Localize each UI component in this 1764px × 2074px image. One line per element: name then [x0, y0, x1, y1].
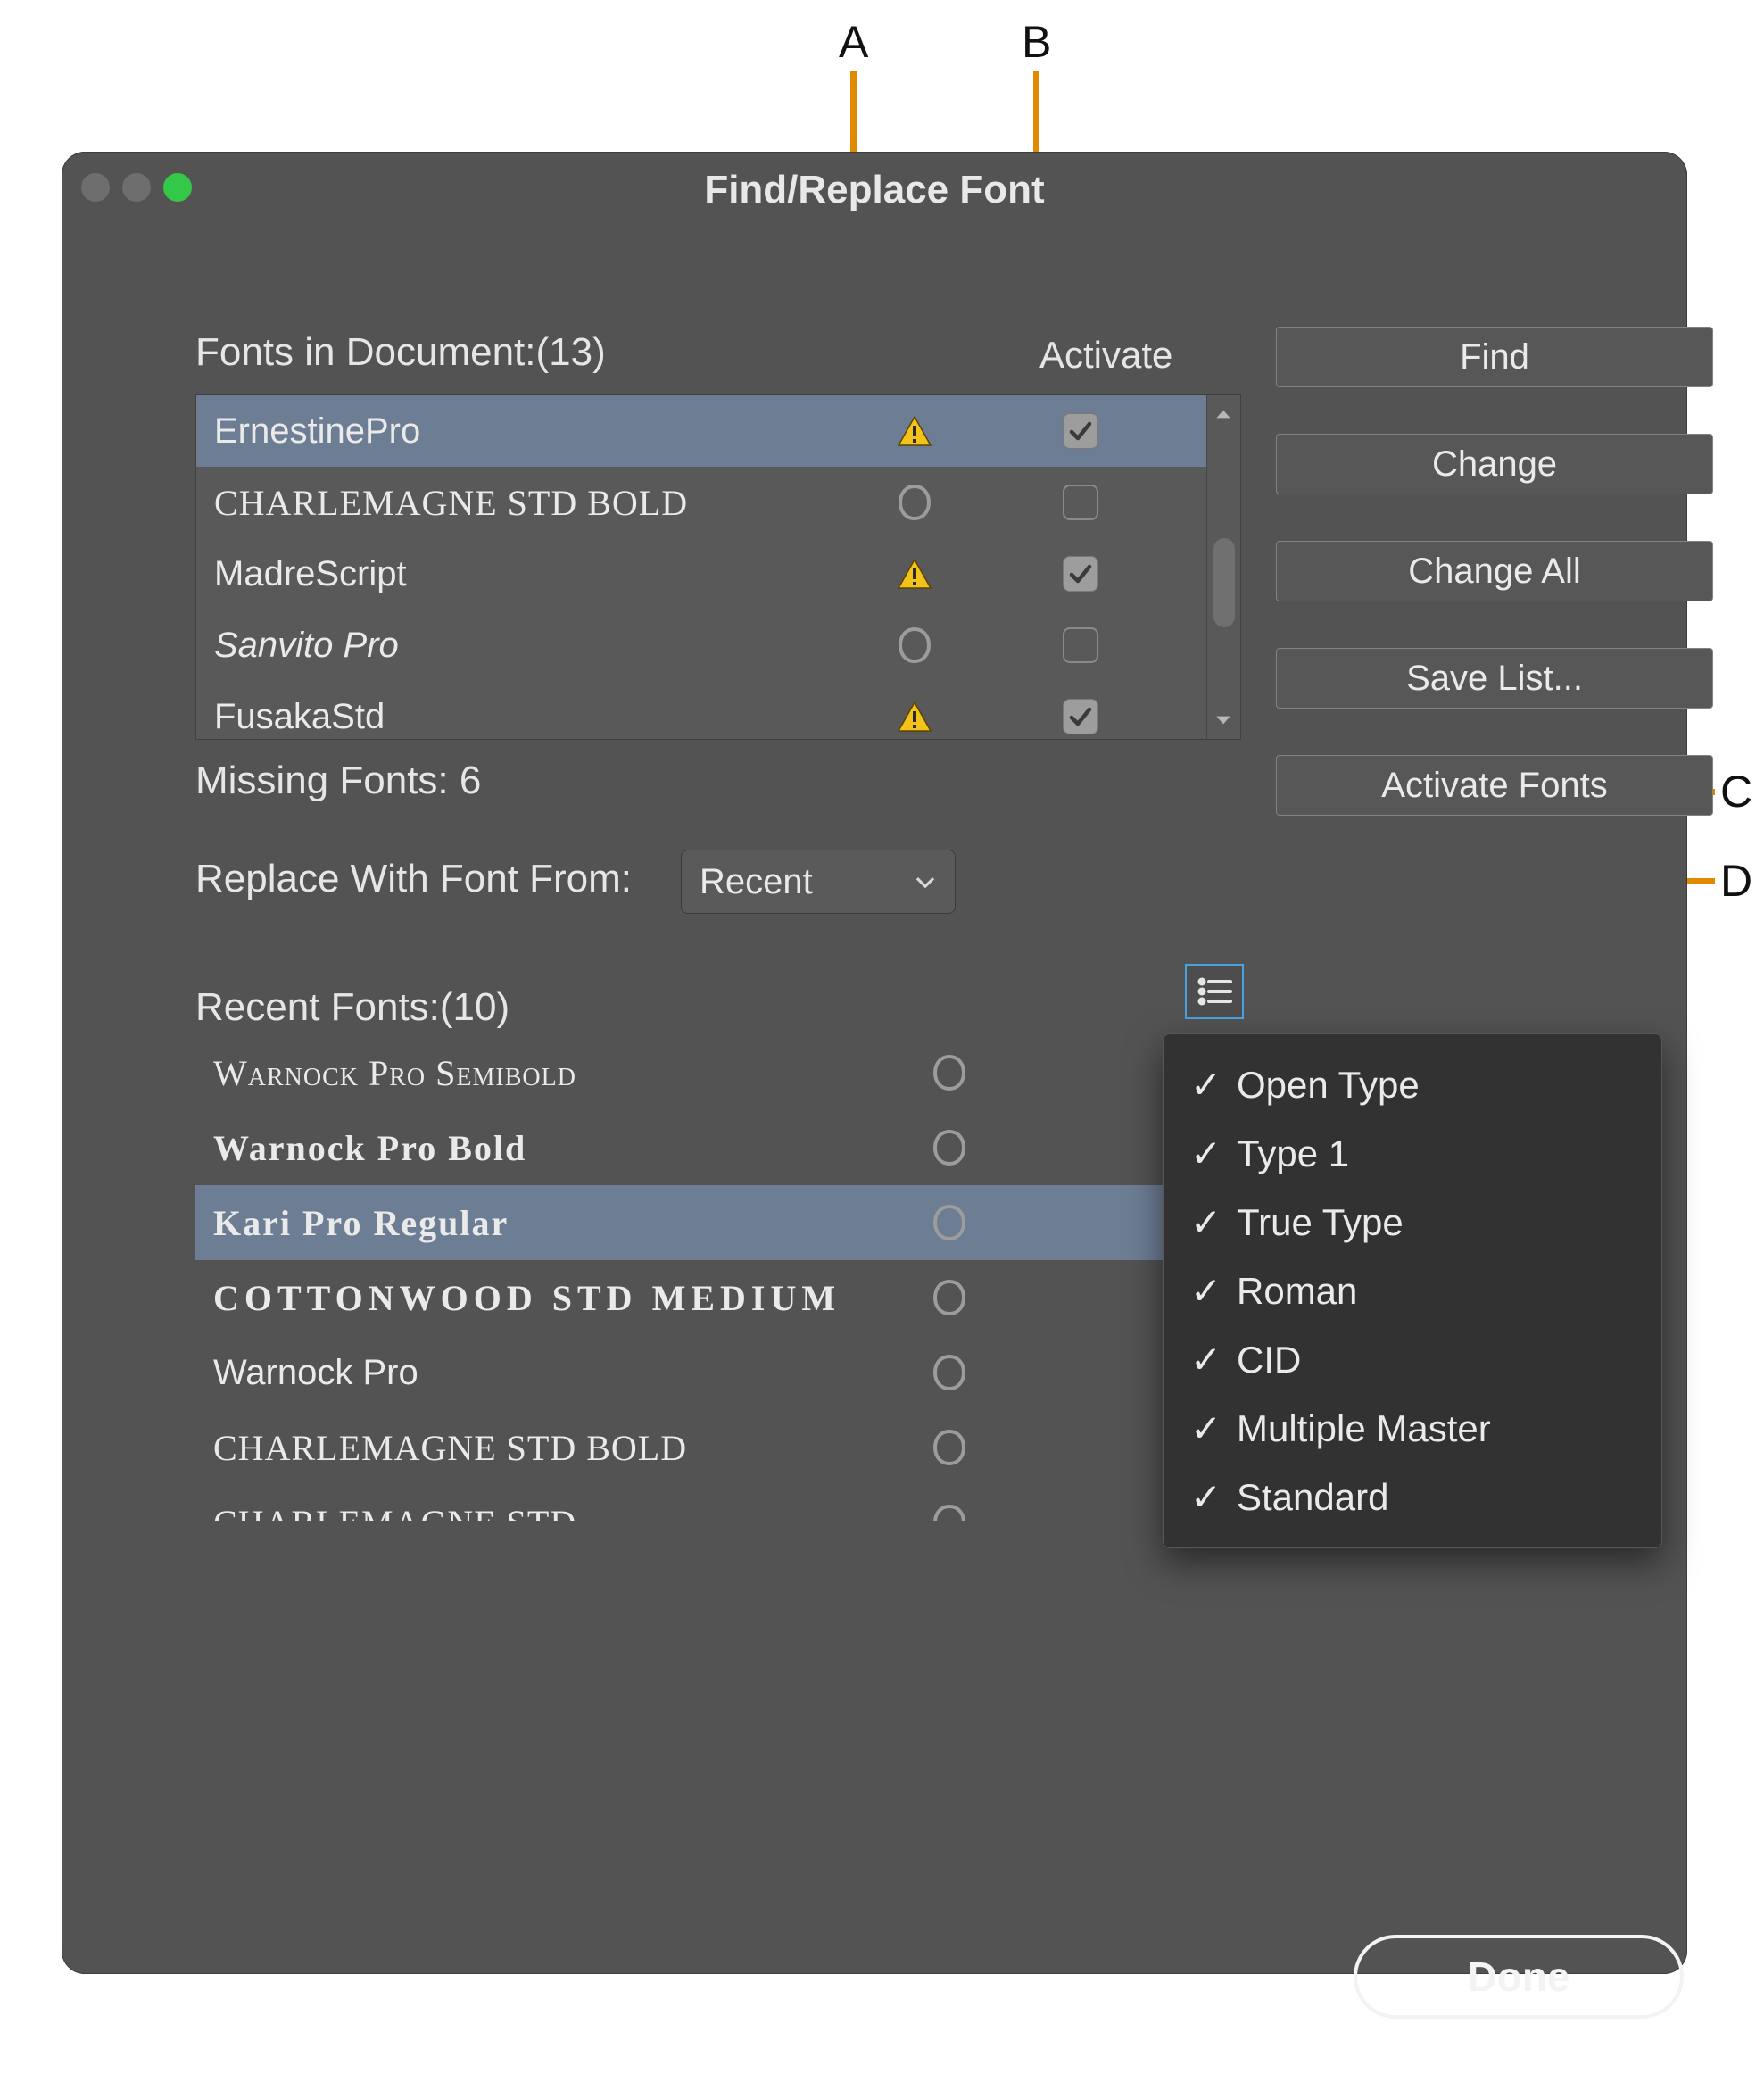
check-icon: ✓: [1190, 1132, 1221, 1175]
diagram-stage: A B C D Find/Replace Font Fonts in Docum…: [0, 0, 1764, 2074]
opentype-icon: [909, 1128, 990, 1167]
done-button[interactable]: Done: [1354, 1935, 1684, 2019]
recent-font-row[interactable]: Kari Pro Regular: [195, 1185, 1241, 1260]
font-name: ErnestinePro: [214, 411, 874, 452]
activate-fonts-button[interactable]: Activate Fonts: [1276, 755, 1713, 816]
filter-option-label: Multiple Master: [1237, 1407, 1491, 1450]
replace-source-dropdown[interactable]: Recent: [681, 850, 956, 914]
check-icon: ✓: [1190, 1269, 1221, 1313]
font-name: CHARLEMAGNE STD BOLD: [214, 482, 874, 524]
check-icon: ✓: [1190, 1406, 1221, 1450]
doc-font-row[interactable]: MadreScript: [196, 538, 1206, 610]
filter-option[interactable]: ✓ Standard: [1187, 1463, 1638, 1531]
font-name: COTTONWOOD STD MEDIUM: [213, 1277, 909, 1319]
font-name: Kari Pro Regular: [213, 1202, 909, 1244]
save-list-button-label: Save List...: [1406, 659, 1583, 699]
recent-fonts-label: Recent Fonts:(10): [195, 985, 509, 1030]
check-icon: ✓: [1190, 1338, 1221, 1381]
opentype-icon: [909, 1353, 990, 1392]
filter-option[interactable]: ✓ Open Type: [1187, 1050, 1638, 1119]
change-button[interactable]: Change: [1276, 434, 1713, 494]
opentype-icon: [909, 1278, 990, 1317]
change-all-button-label: Change All: [1408, 552, 1580, 592]
doc-font-row[interactable]: ErnestinePro: [196, 395, 1206, 467]
callout-label-A: A: [839, 16, 868, 68]
recent-font-row[interactable]: CHARLEMAGNE STD BOLD: [195, 1410, 1241, 1485]
find-button[interactable]: Find: [1276, 327, 1713, 387]
recent-font-row[interactable]: Warnock Pro Semibold: [195, 1035, 1241, 1110]
opentype-icon: [909, 1053, 990, 1092]
change-button-label: Change: [1432, 444, 1557, 485]
filter-option-label: Type 1: [1237, 1132, 1349, 1175]
activate-column-header: Activate: [1039, 334, 1172, 377]
opentype-icon: [874, 626, 955, 665]
warning-icon: [874, 415, 955, 447]
filter-option-label: True Type: [1237, 1201, 1404, 1244]
filter-option-label: Open Type: [1237, 1064, 1420, 1107]
done-button-label: Done: [1468, 1953, 1570, 2001]
filter-option[interactable]: ✓ Multiple Master: [1187, 1394, 1638, 1463]
change-all-button[interactable]: Change All: [1276, 541, 1713, 601]
recent-font-row[interactable]: COTTONWOOD STD MEDIUM: [195, 1260, 1241, 1335]
find-replace-font-window: Find/Replace Font Fonts in Document:(13)…: [62, 152, 1687, 1974]
filter-option[interactable]: ✓ CID: [1187, 1325, 1638, 1394]
activate-checkbox[interactable]: [1063, 627, 1098, 663]
callout-label-C: C: [1720, 766, 1752, 817]
activate-checkbox[interactable]: [1063, 413, 1098, 449]
font-name: CHARLEMAGNE STD BOLD: [213, 1427, 909, 1469]
opentype-icon: [909, 1503, 990, 1521]
recent-fonts-list[interactable]: Warnock Pro Semibold Warnock Pro Bold Kari…: [195, 1035, 1241, 1521]
activate-checkbox[interactable]: [1063, 556, 1098, 592]
font-name: Warnock Pro Bold: [213, 1127, 909, 1169]
scroll-up-icon[interactable]: [1213, 404, 1233, 424]
filter-option[interactable]: ✓ Type 1: [1187, 1119, 1638, 1188]
font-name: Sanvito Pro: [214, 626, 874, 666]
opentype-icon: [909, 1203, 990, 1242]
scrollbar[interactable]: [1206, 395, 1240, 739]
list-filter-icon: [1197, 976, 1232, 1007]
fonts-in-document-label: Fonts in Document:(13): [195, 330, 606, 375]
scroll-down-icon[interactable]: [1213, 710, 1233, 730]
opentype-icon: [909, 1428, 990, 1467]
doc-font-row[interactable]: FusakaStd: [196, 681, 1206, 739]
missing-fonts-label: Missing Fonts: 6: [195, 759, 481, 803]
check-icon: ✓: [1190, 1475, 1221, 1519]
scroll-thumb[interactable]: [1213, 538, 1235, 627]
font-name: FusakaStd: [214, 697, 874, 737]
callout-label-D: D: [1720, 855, 1752, 907]
replace-source-value: Recent: [700, 862, 813, 902]
recent-font-row[interactable]: Warnock Pro: [195, 1335, 1241, 1410]
font-name: Warnock Pro Semibold: [213, 1052, 909, 1094]
chevron-down-icon: [914, 870, 937, 893]
doc-font-row[interactable]: Sanvito Pro: [196, 610, 1206, 681]
filter-option[interactable]: ✓ True Type: [1187, 1188, 1638, 1257]
filter-option-label: Roman: [1237, 1270, 1357, 1313]
fonts-in-document-list[interactable]: ErnestinePro CHARLEMAGNE STD BOLD MadreScr…: [195, 394, 1241, 740]
check-icon: ✓: [1190, 1200, 1221, 1244]
filter-menu-button[interactable]: [1185, 964, 1244, 1019]
save-list-button[interactable]: Save List...: [1276, 648, 1713, 709]
replace-with-label: Replace With Font From:: [195, 857, 632, 901]
font-type-filter-popup: ✓ Open Type ✓ Type 1 ✓ True Type ✓ Roman ✓ CID ✓ Mu…: [1163, 1033, 1662, 1548]
font-name: MadreScript: [214, 554, 874, 594]
activate-checkbox[interactable]: [1063, 699, 1098, 734]
doc-font-row[interactable]: CHARLEMAGNE STD BOLD: [196, 467, 1206, 538]
filter-option-label: Standard: [1237, 1476, 1388, 1519]
check-icon: ✓: [1190, 1063, 1221, 1107]
warning-icon: [874, 558, 955, 590]
titlebar: Find/Replace Font: [62, 152, 1687, 228]
window-title: Find/Replace Font: [62, 168, 1687, 212]
font-name: CHARLEMAGNE STD: [213, 1502, 909, 1522]
opentype-icon: [874, 483, 955, 522]
font-name: Warnock Pro: [213, 1353, 909, 1393]
recent-font-row[interactable]: CHARLEMAGNE STD: [195, 1485, 1241, 1521]
activate-fonts-button-label: Activate Fonts: [1381, 766, 1607, 806]
recent-font-row[interactable]: Warnock Pro Bold: [195, 1110, 1241, 1185]
activate-checkbox[interactable]: [1063, 485, 1098, 520]
callout-label-B: B: [1022, 16, 1051, 68]
find-button-label: Find: [1460, 337, 1529, 377]
filter-option[interactable]: ✓ Roman: [1187, 1257, 1638, 1325]
warning-icon: [874, 701, 955, 733]
filter-option-label: CID: [1237, 1339, 1301, 1381]
